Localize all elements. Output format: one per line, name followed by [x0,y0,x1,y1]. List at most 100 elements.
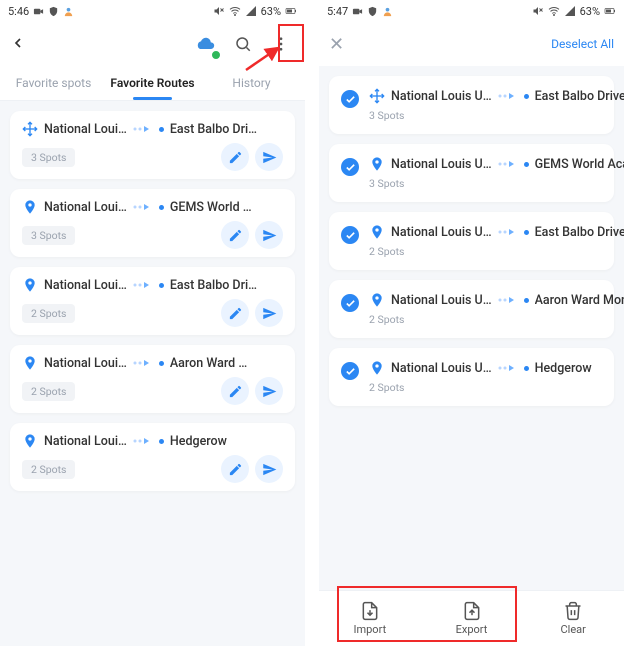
route-text: National Louis U…Hedgerow [391,361,602,376]
status-shield-icon [48,6,59,17]
status-bar: 5:46 63% [0,0,305,22]
route-arrow-icon [133,203,153,211]
edit-button[interactable] [221,455,249,483]
edit-button[interactable] [221,143,249,171]
route-list[interactable]: National Loui…East Balbo Dri…3 SpotsNati… [0,101,305,646]
route-card[interactable]: National Loui…East Balbo Dri…3 Spots [10,111,295,179]
route-dot-icon [159,205,164,210]
status-shield-icon [367,6,378,17]
battery-text: 63% [261,5,281,18]
navbar [0,22,305,66]
edit-button[interactable] [221,377,249,405]
edit-button[interactable] [221,221,249,249]
tab-history[interactable]: History [202,66,301,100]
edit-button[interactable] [221,299,249,327]
route-text: National Loui…East Balbo Dri… [44,278,283,293]
bottom-bar: Import Export Clear [319,590,624,646]
export-label: Export [456,623,488,636]
send-button[interactable] [255,221,283,249]
route-text: National Louis U… East Balbo Drive [391,89,624,104]
route-text: National Louis U…GEMS World Aca… [391,157,624,172]
route-dot-icon [159,439,164,444]
route-from: National Loui… [44,278,127,293]
pin-icon [369,224,385,240]
route-list-selection[interactable]: National Louis U…East Balbo Drive3 Spots… [319,66,624,590]
tab-favorite-routes[interactable]: Favorite Routes [103,66,202,100]
tab-favorite-spots[interactable]: Favorite spots [4,66,103,100]
route-card[interactable]: National Loui…GEMS World … 3 Spots [10,189,295,257]
wifi-icon [229,5,241,17]
deselect-all-button[interactable]: Deselect All [551,37,614,51]
pin-icon [369,156,385,172]
send-button[interactable] [255,377,283,405]
route-dot-icon [524,298,529,303]
route-from: National Louis U… [391,89,492,104]
checkbox-checked[interactable] [341,158,359,176]
route-text: National Loui…East Balbo Dri… [44,122,283,137]
cloud-sync-button[interactable] [191,30,219,58]
route-from: National Loui… [44,122,127,137]
route-from: National Louis U… [391,361,492,376]
route-card-selected[interactable]: National Louis U…GEMS World Aca…3 Spots [329,144,614,202]
send-button[interactable] [255,299,283,327]
spots-count: 3 Spots [369,177,624,190]
send-button[interactable] [255,143,283,171]
route-to: East Balbo Drive [535,225,624,240]
back-button[interactable] [10,35,26,54]
import-icon [360,601,380,621]
spots-count: 3 Spots [22,226,75,245]
checkbox-checked[interactable] [341,362,359,380]
route-text: National Loui…GEMS World … [44,200,283,215]
phone-right: 5:47 63% ✕ Deselect All National Louis U… [319,0,624,646]
pin-icon [22,433,38,449]
route-from: National Louis U… [391,293,492,308]
route-to: Aaron Ward … [170,356,247,371]
import-label: Import [353,623,386,636]
battery-icon [604,5,616,17]
pin-icon [369,292,385,308]
send-button[interactable] [255,455,283,483]
route-arrow-icon [498,92,518,100]
import-button[interactable]: Import [319,591,421,646]
route-to: East Balbo Drive [535,89,624,104]
route-dot-icon [524,162,529,167]
clear-label: Clear [560,623,585,636]
status-user-icon [382,6,393,17]
overflow-menu-button[interactable] [267,30,295,58]
status-time: 5:46 [8,5,29,18]
pin-icon [369,360,385,376]
checkbox-checked[interactable] [341,90,359,108]
move-icon [22,121,38,137]
pin-icon [22,199,38,215]
export-button[interactable]: Export [421,591,523,646]
search-button[interactable] [229,30,257,58]
route-arrow-icon [498,228,518,236]
signal-icon [564,5,576,17]
route-from: National Louis U… [391,157,492,172]
clear-button[interactable]: Clear [522,591,624,646]
status-time: 5:47 [327,5,348,18]
route-card[interactable]: National Loui…Hedgerow2 Spots [10,423,295,491]
checkbox-checked[interactable] [341,226,359,244]
route-from: National Loui… [44,200,127,215]
route-text: National Loui… Aaron Ward … [44,356,283,371]
route-to: Aaron Ward Mon… [535,293,624,308]
route-card-selected[interactable]: National Louis U…Hedgerow2 Spots [329,348,614,406]
battery-icon [285,5,297,17]
route-from: National Loui… [44,356,127,371]
route-card-selected[interactable]: National Louis U…East Balbo Drive2 Spots [329,212,614,270]
route-card[interactable]: National Loui…Aaron Ward …2 Spots [10,345,295,413]
phone-left: 5:46 63% [0,0,305,646]
export-icon [462,601,482,621]
route-arrow-icon [133,437,153,445]
route-card-selected[interactable]: National Louis U…Aaron Ward Mon…2 Spots [329,280,614,338]
tabs: Favorite spots Favorite Routes History [0,66,305,101]
close-button[interactable]: ✕ [329,34,344,55]
route-dot-icon [159,361,164,366]
pin-icon [22,355,38,371]
route-card-selected[interactable]: National Louis U…East Balbo Drive3 Spots [329,76,614,134]
route-text: National Louis U… Aaron Ward Mon… [391,293,624,308]
route-arrow-icon [133,125,153,133]
checkbox-checked[interactable] [341,294,359,312]
route-card[interactable]: National Loui…East Balbo Dri…2 Spots [10,267,295,335]
